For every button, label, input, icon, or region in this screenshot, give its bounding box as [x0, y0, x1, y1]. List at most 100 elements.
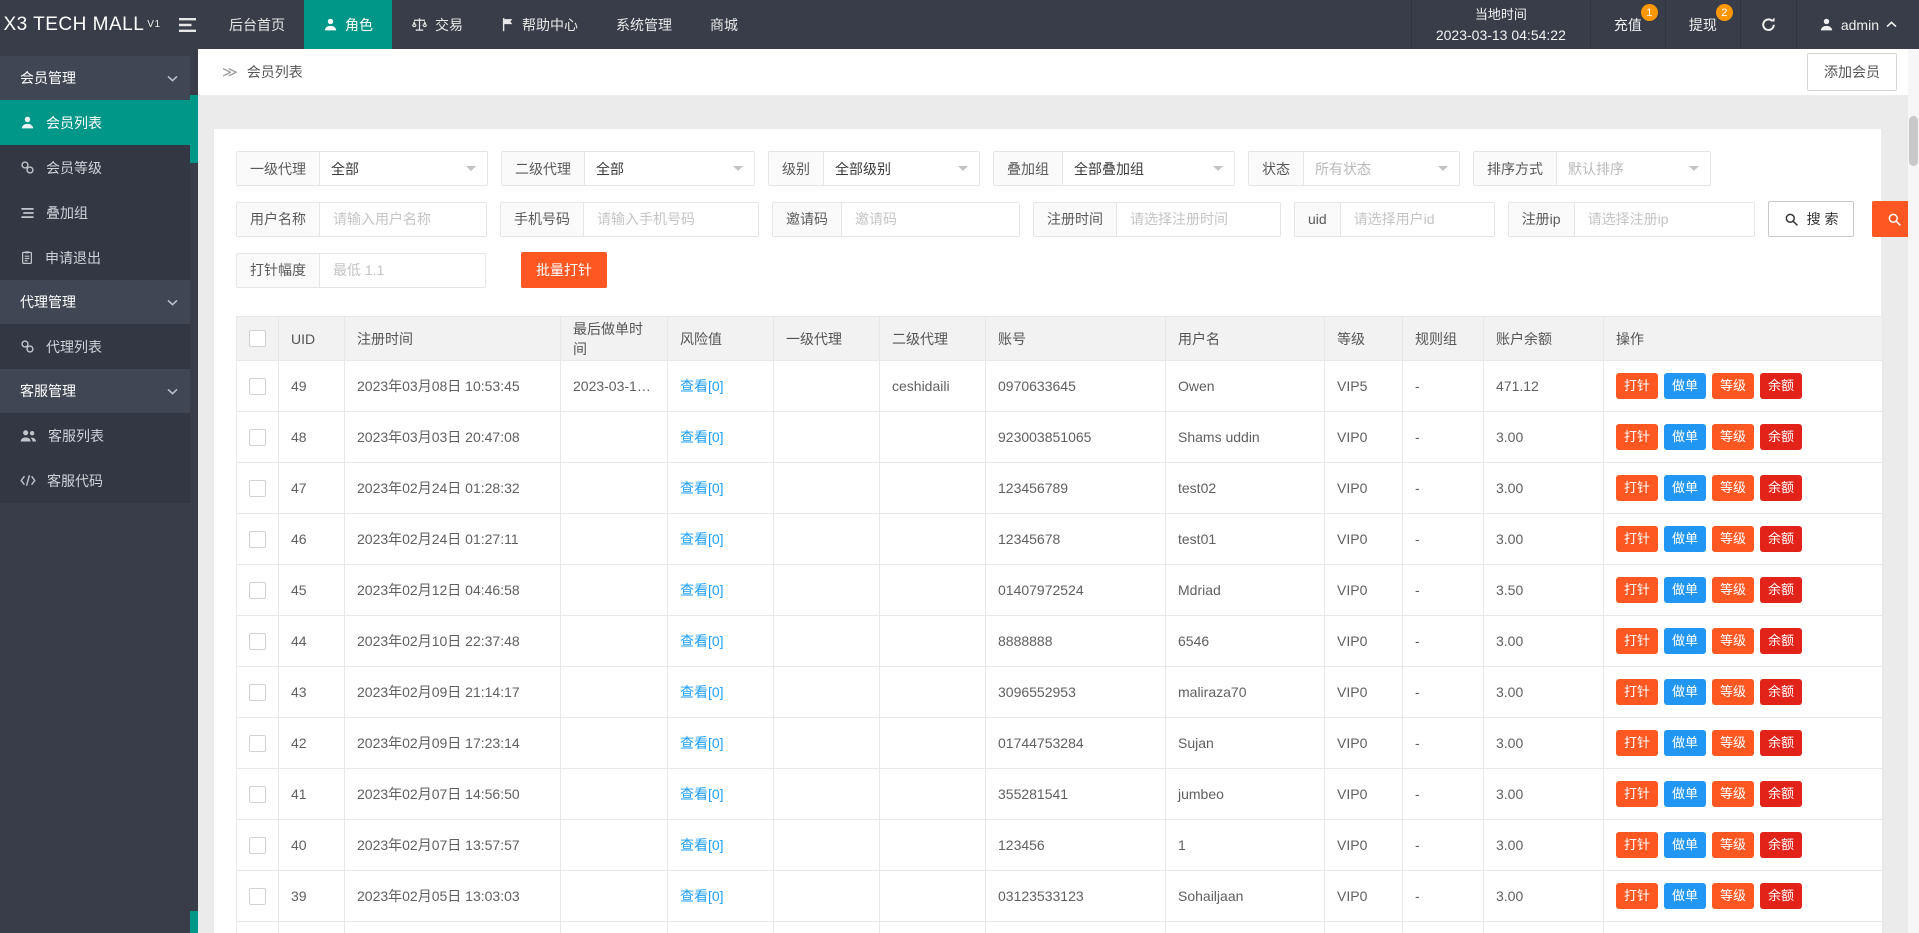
balance-action-button[interactable]: 余额: [1760, 781, 1803, 807]
row-checkbox[interactable]: [249, 377, 266, 395]
search-button[interactable]: 搜 索: [1767, 201, 1855, 237]
order-action-button[interactable]: 做单: [1664, 526, 1707, 552]
order-action-button[interactable]: 做单: [1664, 883, 1707, 909]
nav-item-help-center[interactable]: 帮助中心: [482, 0, 597, 49]
more-actions-button[interactable]: ...: [1856, 479, 1871, 495]
row-checkbox[interactable]: [249, 887, 266, 905]
input-phone[interactable]: [595, 210, 747, 228]
sidebar-item-service-code[interactable]: 客服代码: [0, 458, 190, 503]
inject-action-button[interactable]: 打针: [1616, 424, 1659, 450]
row-checkbox[interactable]: [249, 683, 266, 701]
inject-action-button[interactable]: 打针: [1616, 373, 1659, 399]
balance-action-button[interactable]: 余额: [1760, 373, 1803, 399]
inject-range-input[interactable]: [331, 261, 474, 279]
inject-action-button[interactable]: 打针: [1616, 883, 1659, 909]
more-actions-button[interactable]: ...: [1856, 734, 1871, 750]
view-risk-link[interactable]: 查看[0]: [680, 378, 724, 394]
more-actions-button[interactable]: ...: [1856, 530, 1871, 546]
more-actions-button[interactable]: ...: [1856, 836, 1871, 852]
row-checkbox[interactable]: [249, 581, 266, 599]
view-risk-link[interactable]: 查看[0]: [680, 429, 724, 445]
more-actions-button[interactable]: ...: [1856, 887, 1871, 903]
sidebar-item-service-list[interactable]: 客服列表: [0, 413, 190, 458]
inject-action-button[interactable]: 打针: [1616, 730, 1659, 756]
more-actions-button[interactable]: ...: [1856, 683, 1871, 699]
input-uid[interactable]: [1351, 210, 1483, 228]
level-action-button[interactable]: 等级: [1712, 832, 1755, 858]
order-action-button[interactable]: 做单: [1664, 832, 1707, 858]
order-action-button[interactable]: 做单: [1664, 424, 1707, 450]
batch-inject-button[interactable]: 批量打针: [521, 252, 607, 288]
more-actions-button[interactable]: ...: [1856, 377, 1871, 393]
nav-item-trade[interactable]: 交易: [392, 0, 482, 49]
sidebar-item-apply-exit[interactable]: 申请退出: [0, 235, 190, 280]
select-agent2[interactable]: 全部: [585, 151, 755, 186]
view-risk-link[interactable]: 查看[0]: [680, 684, 724, 700]
sidebar-group-agent-management[interactable]: 代理管理: [0, 280, 190, 324]
order-action-button[interactable]: 做单: [1664, 781, 1707, 807]
vertical-scrollbar[interactable]: [1908, 49, 1919, 933]
balance-action-button[interactable]: 余额: [1760, 730, 1803, 756]
input-invite_code[interactable]: [853, 210, 1008, 228]
more-actions-button[interactable]: ...: [1856, 632, 1871, 648]
level-action-button[interactable]: 等级: [1712, 373, 1755, 399]
refresh-button[interactable]: [1739, 0, 1796, 49]
order-action-button[interactable]: 做单: [1664, 577, 1707, 603]
order-action-button[interactable]: 做单: [1664, 730, 1707, 756]
inject-action-button[interactable]: 打针: [1616, 781, 1659, 807]
balance-action-button[interactable]: 余额: [1760, 628, 1803, 654]
sidebar-group-member-management[interactable]: 会员管理: [0, 56, 190, 100]
row-checkbox[interactable]: [249, 785, 266, 803]
sidebar-item-member-list[interactable]: 会员列表: [0, 100, 190, 145]
order-action-button[interactable]: 做单: [1664, 679, 1707, 705]
order-action-button[interactable]: 做单: [1664, 373, 1707, 399]
inject-action-button[interactable]: 打针: [1616, 679, 1659, 705]
row-checkbox[interactable]: [249, 530, 266, 548]
inject-action-button[interactable]: 打针: [1616, 832, 1659, 858]
level-action-button[interactable]: 等级: [1712, 883, 1755, 909]
balance-action-button[interactable]: 余额: [1760, 475, 1803, 501]
view-risk-link[interactable]: 查看[0]: [680, 888, 724, 904]
level-action-button[interactable]: 等级: [1712, 475, 1755, 501]
inject-action-button[interactable]: 打针: [1616, 577, 1659, 603]
add-member-button[interactable]: 添加会员: [1807, 53, 1897, 91]
view-risk-link[interactable]: 查看[0]: [680, 480, 724, 496]
select-level[interactable]: 全部级别: [824, 151, 980, 186]
select-all-checkbox[interactable]: [249, 330, 266, 348]
view-risk-link[interactable]: 查看[0]: [680, 735, 724, 751]
sidebar-scrollbar[interactable]: [190, 49, 198, 933]
level-action-button[interactable]: 等级: [1712, 730, 1755, 756]
more-actions-button[interactable]: ...: [1856, 785, 1871, 801]
balance-action-button[interactable]: 余额: [1760, 577, 1803, 603]
sidebar-toggle-button[interactable]: [164, 0, 210, 49]
level-action-button[interactable]: 等级: [1712, 781, 1755, 807]
row-checkbox[interactable]: [249, 836, 266, 854]
more-actions-button[interactable]: ...: [1856, 581, 1871, 597]
sidebar-item-stack-group[interactable]: 叠加组: [0, 190, 190, 235]
balance-action-button[interactable]: 余额: [1760, 832, 1803, 858]
input-username[interactable]: [331, 210, 475, 228]
input-reg_ip[interactable]: [1585, 210, 1743, 228]
level-action-button[interactable]: 等级: [1712, 679, 1755, 705]
sidebar-item-member-level[interactable]: 会员等级: [0, 145, 190, 190]
balance-action-button[interactable]: 余额: [1760, 526, 1803, 552]
view-risk-link[interactable]: 查看[0]: [680, 837, 724, 853]
view-risk-link[interactable]: 查看[0]: [680, 633, 724, 649]
view-risk-link[interactable]: 查看[0]: [680, 582, 724, 598]
balance-action-button[interactable]: 余额: [1760, 883, 1803, 909]
view-risk-link[interactable]: 查看[0]: [680, 786, 724, 802]
more-actions-button[interactable]: ...: [1856, 428, 1871, 444]
select-status[interactable]: 所有状态: [1304, 151, 1460, 186]
row-checkbox[interactable]: [249, 428, 266, 446]
level-action-button[interactable]: 等级: [1712, 526, 1755, 552]
order-action-button[interactable]: 做单: [1664, 475, 1707, 501]
select-agent1[interactable]: 全部: [320, 151, 488, 186]
vertical-scrollbar-thumb[interactable]: [1909, 116, 1918, 166]
sidebar-group-service-management[interactable]: 客服管理: [0, 369, 190, 413]
inject-action-button[interactable]: 打针: [1616, 628, 1659, 654]
row-checkbox[interactable]: [249, 734, 266, 752]
nav-item-mall[interactable]: 商城: [691, 0, 757, 49]
sidebar-scrollbar-thumb[interactable]: [190, 95, 198, 163]
nav-item-dashboard[interactable]: 后台首页: [210, 0, 304, 49]
nav-item-system[interactable]: 系统管理: [597, 0, 691, 49]
